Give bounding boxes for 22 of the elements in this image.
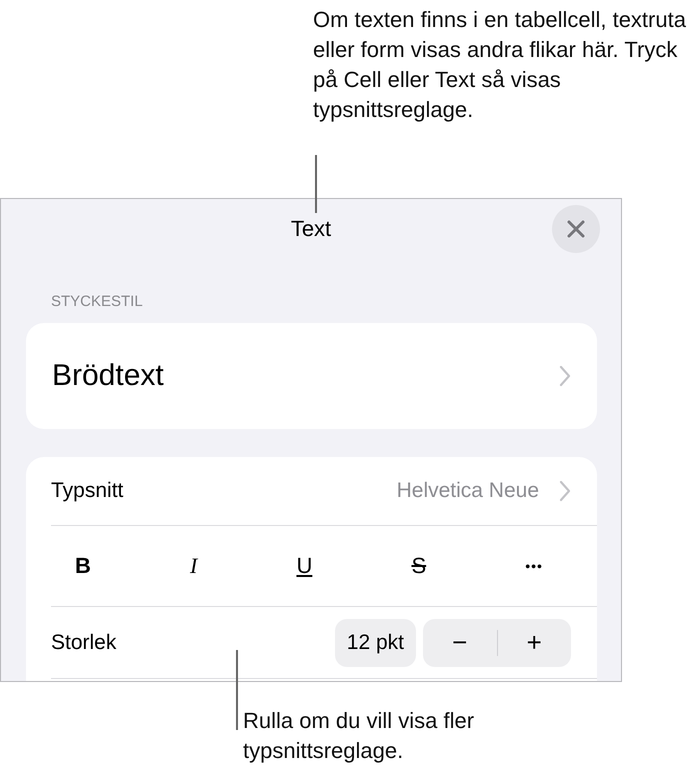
leader-line bbox=[315, 155, 317, 213]
strikethrough-button[interactable]: S bbox=[397, 549, 440, 583]
close-icon bbox=[566, 219, 586, 239]
paragraph-style-row[interactable]: Brödtext bbox=[26, 323, 597, 429]
section-label: STYCKESTIL bbox=[51, 293, 144, 312]
decrease-button[interactable]: − bbox=[423, 618, 496, 666]
chevron-icon bbox=[559, 365, 571, 387]
font-label: Typsnitt bbox=[51, 479, 124, 503]
close-button[interactable] bbox=[552, 205, 600, 253]
panel-title: Text bbox=[290, 216, 332, 242]
callout-text: Om texten finns i en tabellcell, textruta eller form visas andra flikar här. Tryck på Cell eller Text så visas typsnittsreglage. bbox=[313, 6, 687, 124]
font-row[interactable]: Typsnitt Helvetica Neue bbox=[51, 457, 597, 526]
callout-text: Rulla om du vill visa fler typsnittsreglage. bbox=[243, 707, 476, 765]
font-value: Helvetica Neue bbox=[396, 479, 539, 503]
underline-button[interactable]: U bbox=[282, 549, 326, 583]
more-button[interactable]: ••• bbox=[511, 554, 557, 578]
italic-button[interactable]: I bbox=[176, 549, 212, 583]
size-label: Storlek bbox=[51, 630, 118, 654]
chevron-icon bbox=[559, 480, 571, 502]
size-value[interactable]: 12 pkt bbox=[334, 618, 416, 666]
bold-button[interactable]: B bbox=[61, 549, 105, 583]
increase-button[interactable]: + bbox=[498, 618, 571, 666]
